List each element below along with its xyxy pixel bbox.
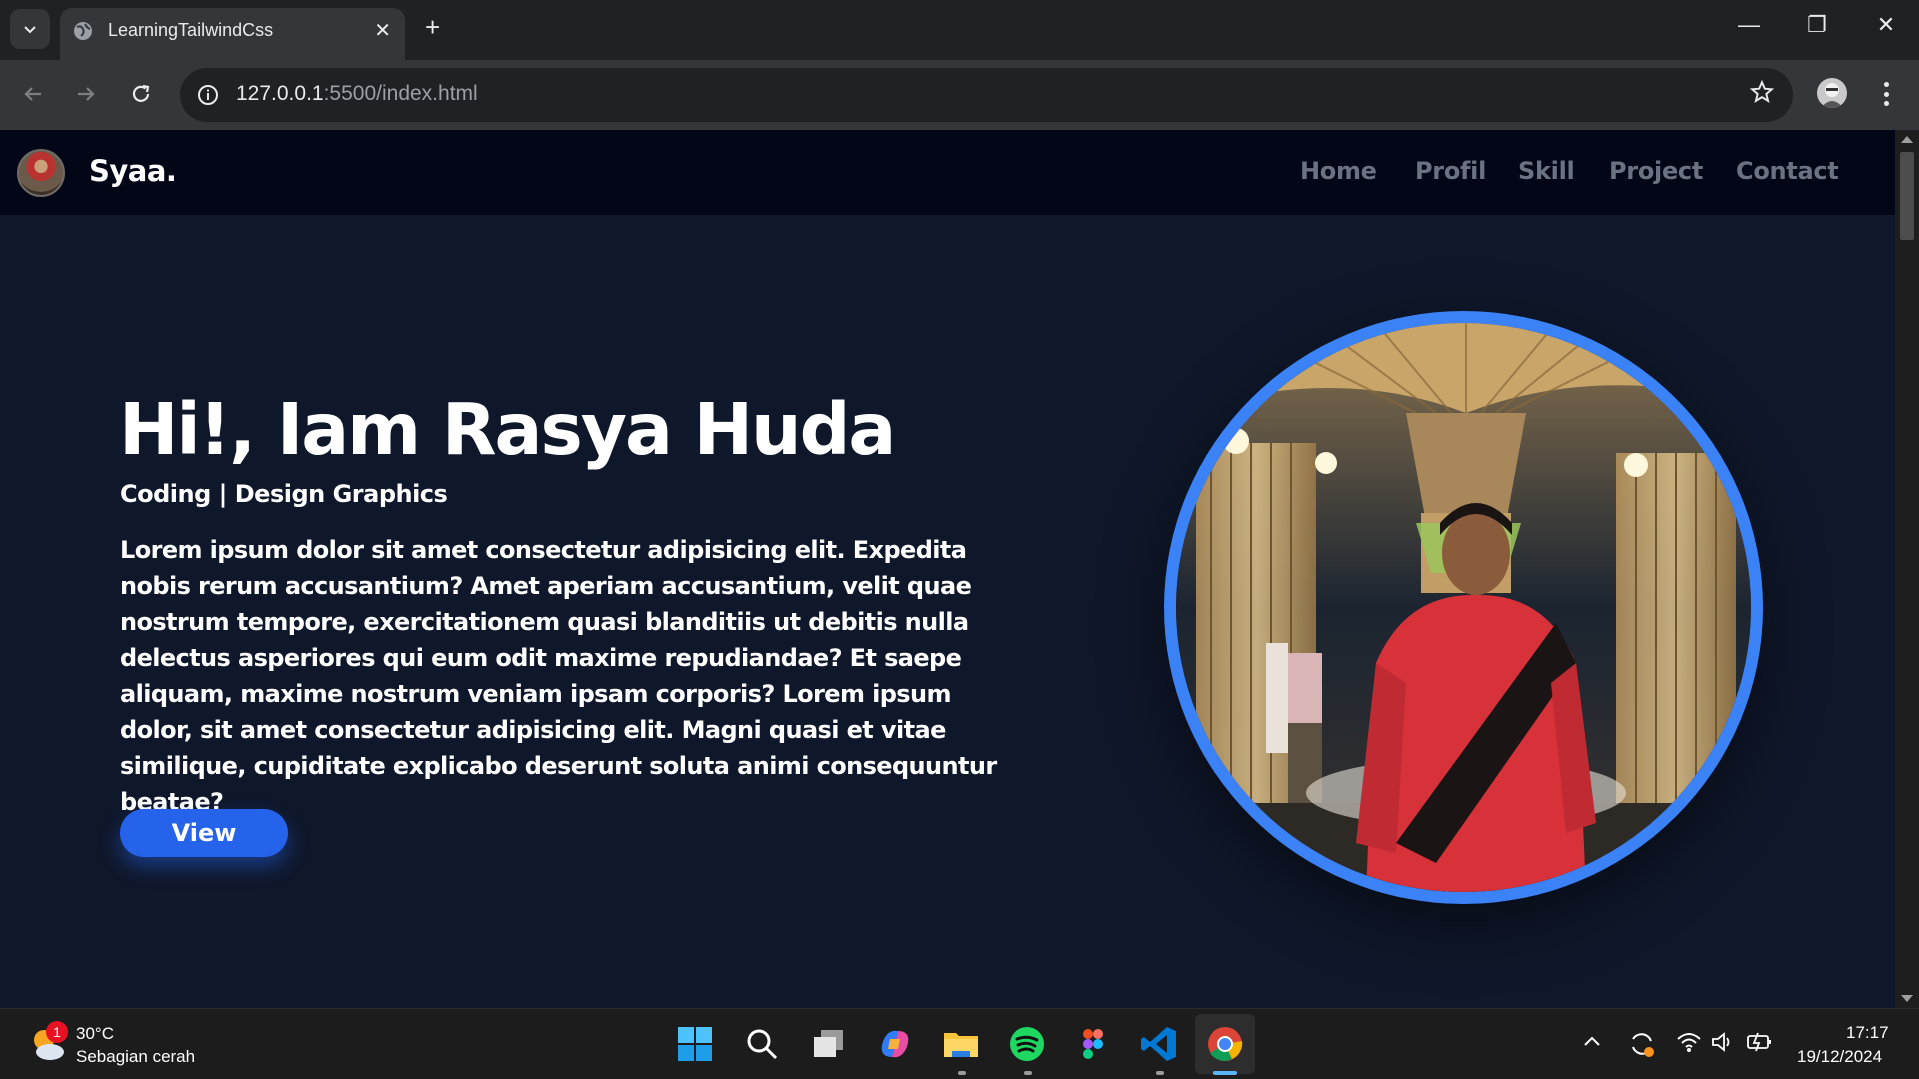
webpage-viewport: Syaa. Home Profil Skill Project Contact … [0, 130, 1919, 1008]
bookmark-star-icon[interactable] [1749, 79, 1775, 105]
forward-button[interactable] [70, 78, 102, 110]
profile-avatar[interactable] [1817, 78, 1847, 108]
task-view-button[interactable] [807, 1022, 851, 1066]
reload-icon [132, 84, 150, 102]
file-explorer-button[interactable] [939, 1022, 983, 1066]
tab-close-icon[interactable]: ✕ [374, 18, 391, 42]
site-info-icon[interactable] [194, 81, 222, 109]
chrome-active-indicator [1213, 1071, 1237, 1075]
nav-link-project[interactable]: Project [1609, 157, 1703, 185]
chevron-down-icon [24, 26, 36, 34]
scrollbar-thumb[interactable] [1900, 152, 1914, 240]
tab-search-button[interactable] [10, 9, 50, 49]
clock-date[interactable]: 19/12/2024 [1797, 1047, 1882, 1067]
globe-icon [74, 22, 92, 40]
nav-link-profil[interactable]: Profil [1415, 157, 1486, 185]
task-view-icon [814, 1030, 843, 1057]
figma-icon [1083, 1029, 1103, 1059]
weather-temperature[interactable]: 30°C [76, 1024, 114, 1044]
browser-toolbar: 127.0.0.1:5500/index.html [0, 60, 1919, 130]
clock-time[interactable]: 17:17 [1846, 1023, 1889, 1043]
vscode-button[interactable] [1137, 1022, 1181, 1066]
sync-icon [1632, 1033, 1654, 1057]
address-bar[interactable]: 127.0.0.1:5500/index.html [180, 68, 1793, 122]
browser-menu-button[interactable] [1876, 78, 1896, 110]
wifi-tray-button[interactable] [1676, 1031, 1702, 1057]
volume-tray-button[interactable] [1711, 1031, 1735, 1057]
site-brand[interactable]: Syaa. [89, 154, 177, 188]
windows-taskbar: 1 30°C Sebagian cerah 17:17 19/12/2024 [0, 1008, 1919, 1079]
scroll-up-icon[interactable] [1901, 136, 1913, 143]
nav-link-skill[interactable]: Skill [1518, 157, 1575, 185]
logo-avatar[interactable] [17, 149, 65, 197]
battery-charging-icon [1747, 1032, 1771, 1052]
weather-description[interactable]: Sebagian cerah [76, 1047, 195, 1067]
chrome-button[interactable] [1203, 1022, 1247, 1066]
file-explorer-running-indicator [958, 1071, 966, 1075]
weather-notification-badge: 1 [46, 1021, 68, 1043]
nav-link-home[interactable]: Home [1300, 157, 1377, 185]
browser-tab-active[interactable]: LearningTailwindCss ✕ [60, 8, 405, 60]
tab-title: LearningTailwindCss [108, 20, 274, 40]
profile-photo [1176, 323, 1751, 892]
search-icon [747, 1029, 778, 1060]
arrow-left-icon [24, 87, 41, 101]
profile-icon [1821, 83, 1843, 108]
restore-button[interactable]: ❐ [1797, 12, 1837, 38]
tray-overflow-button[interactable] [1582, 1033, 1602, 1052]
arrow-right-icon [78, 87, 95, 101]
new-tab-button[interactable]: + [425, 12, 440, 43]
chrome-icon [1208, 1027, 1243, 1061]
url-host: 127.0.0.1 [236, 82, 324, 105]
volume-icon [1712, 1032, 1730, 1052]
hero-subtitle: Coding | Design Graphics [120, 480, 448, 508]
copilot-icon [881, 1030, 909, 1058]
profile-photo-frame [1164, 311, 1763, 904]
back-button[interactable] [17, 78, 49, 110]
profile-photo-illustration [1176, 323, 1751, 892]
sync-tray-button[interactable] [1627, 1029, 1657, 1063]
site-navbar: Syaa. Home Profil Skill Project Contact [0, 130, 1895, 215]
minimize-button[interactable]: — [1729, 12, 1769, 38]
spotify-icon [1010, 1027, 1044, 1061]
spotify-button[interactable] [1005, 1022, 1049, 1066]
scroll-down-icon[interactable] [1901, 995, 1913, 1002]
close-window-button[interactable]: ✕ [1866, 12, 1906, 38]
url-path: :5500/index.html [323, 82, 478, 105]
chevron-up-icon [1584, 1036, 1600, 1046]
page-scrollbar[interactable] [1895, 130, 1919, 1008]
vscode-icon [1141, 1027, 1176, 1061]
copilot-button[interactable] [873, 1022, 917, 1066]
view-button[interactable]: View [120, 809, 288, 857]
hero-description: Lorem ipsum dolor sit amet consectetur a… [120, 536, 997, 816]
figma-button[interactable] [1071, 1022, 1115, 1066]
url-text[interactable]: 127.0.0.1:5500/index.html [236, 82, 478, 106]
start-icon [678, 1027, 712, 1061]
nav-link-contact[interactable]: Contact [1736, 157, 1839, 185]
file-explorer-icon [944, 1033, 978, 1057]
wifi-icon [1677, 1033, 1701, 1052]
reload-button[interactable] [125, 78, 157, 110]
taskbar-search-button[interactable] [740, 1022, 784, 1066]
battery-tray-button[interactable] [1746, 1030, 1774, 1058]
vscode-running-indicator [1156, 1071, 1164, 1075]
spotify-running-indicator [1024, 1071, 1032, 1075]
browser-tab-bar: LearningTailwindCss ✕ + — ❐ ✕ [0, 0, 1919, 60]
hero-title: Hi!, Iam Rasya Huda [119, 388, 896, 471]
start-button[interactable] [673, 1022, 717, 1066]
